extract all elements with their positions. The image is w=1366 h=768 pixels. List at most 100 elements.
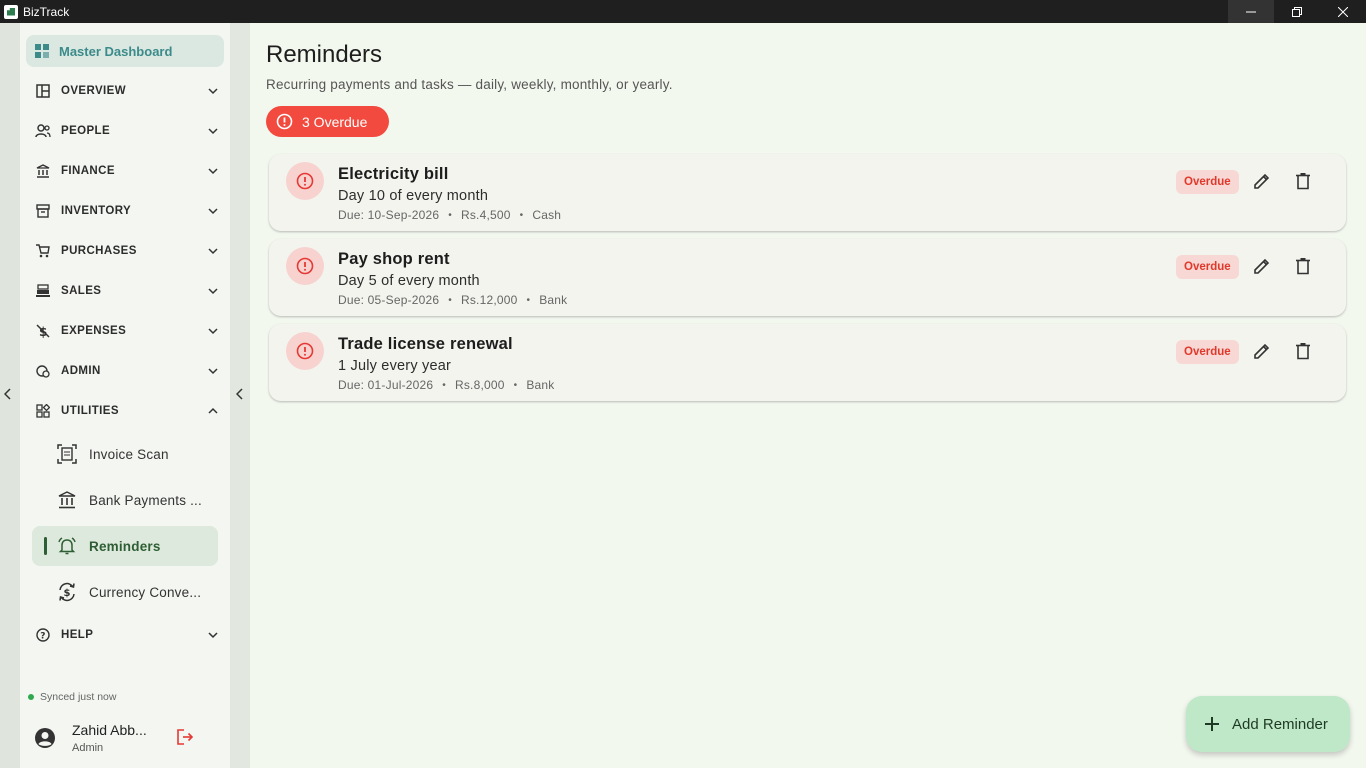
sidebar-collapse-button[interactable] — [235, 388, 244, 403]
sidebar-item-bank-payments[interactable]: Bank Payments ... — [32, 480, 218, 520]
bank-icon — [35, 163, 51, 179]
account-circle-icon — [35, 728, 55, 748]
left-rail — [0, 23, 20, 768]
minimize-button[interactable] — [1228, 0, 1274, 23]
overdue-status-icon — [286, 247, 324, 285]
sidebar-item-currency-converter[interactable]: $ Currency Conve... — [32, 572, 218, 612]
edit-icon — [1254, 173, 1270, 189]
sync-status: Synced just now — [28, 691, 116, 703]
chevron-down-icon — [208, 632, 218, 639]
widgets-icon — [35, 403, 51, 419]
chevron-down-icon — [208, 328, 218, 335]
main-content: Reminders Recurring payments and tasks —… — [250, 23, 1366, 768]
minimize-icon — [1246, 11, 1256, 12]
reminder-card[interactable]: Pay shop rent Day 5 of every month Due: … — [269, 239, 1346, 316]
edit-button[interactable] — [1253, 257, 1271, 280]
reminder-amount: Rs.8,000 — [454, 378, 505, 392]
overdue-status-icon — [286, 162, 324, 200]
people-icon — [35, 123, 51, 139]
sidebar-item-label: Bank Payments ... — [89, 492, 202, 508]
nav-purchases[interactable]: PURCHASES — [26, 235, 224, 267]
page-subtitle: Recurring payments and tasks — daily, we… — [266, 77, 673, 92]
error-icon — [296, 342, 314, 360]
chevron-down-icon — [208, 208, 218, 215]
edit-button[interactable] — [1253, 172, 1271, 195]
reminder-title: Electricity bill — [338, 165, 449, 183]
page-title: Reminders — [266, 41, 383, 68]
nav-admin[interactable]: ADMIN — [26, 355, 224, 387]
reminder-method: Bank — [526, 378, 555, 392]
nav-inventory[interactable]: INVENTORY — [26, 195, 224, 227]
status-badge: Overdue — [1176, 340, 1239, 364]
delete-icon — [1296, 343, 1310, 360]
restore-icon — [1292, 6, 1302, 17]
nav-utilities[interactable]: UTILITIES — [26, 395, 224, 427]
separator-dot: • — [448, 294, 452, 306]
register-icon — [35, 283, 51, 299]
delete-icon — [1296, 173, 1310, 190]
overdue-filter-chip[interactable]: 3 Overdue — [266, 106, 389, 137]
nav-people[interactable]: PEOPLE — [26, 115, 224, 147]
nav-inventory-label: INVENTORY — [61, 205, 132, 217]
sidebar: Master Dashboard OVERVIEW PEOPLE FINANCE… — [20, 23, 230, 768]
delete-button[interactable] — [1295, 172, 1311, 195]
logout-icon — [177, 729, 194, 745]
sidebar-item-label: Currency Conve... — [89, 584, 202, 600]
reminder-schedule: Day 5 of every month — [338, 273, 480, 289]
rail-collapse-button[interactable] — [3, 388, 12, 403]
cart-icon — [35, 243, 51, 259]
close-icon — [1338, 6, 1348, 17]
reminder-amount: Rs.4,500 — [460, 208, 511, 222]
master-dashboard-link[interactable]: Master Dashboard — [26, 35, 224, 67]
nav-finance-label: FINANCE — [61, 165, 115, 177]
add-reminder-button[interactable]: Add Reminder — [1186, 696, 1350, 752]
nav-finance[interactable]: FINANCE — [26, 155, 224, 187]
nav-sales[interactable]: SALES — [26, 275, 224, 307]
window-controls — [1228, 0, 1366, 23]
maximize-button[interactable] — [1274, 0, 1320, 23]
sidebar-item-reminders[interactable]: Reminders — [32, 526, 218, 566]
chevron-down-icon — [208, 368, 218, 375]
close-button[interactable] — [1320, 0, 1366, 23]
nav-expenses[interactable]: $ EXPENSES — [26, 315, 224, 347]
nav-overview[interactable]: OVERVIEW — [26, 75, 224, 107]
sidebar-item-invoice-scan[interactable]: Invoice Scan — [32, 434, 218, 474]
sync-dot-icon — [28, 694, 34, 700]
nav-sales-label: SALES — [61, 285, 102, 297]
nav-people-label: PEOPLE — [61, 125, 111, 137]
nav-expenses-label: EXPENSES — [61, 325, 127, 337]
chevron-left-icon — [3, 388, 11, 400]
money-off-icon: $ — [35, 323, 51, 339]
nav-admin-label: ADMIN — [61, 365, 101, 377]
separator-dot: • — [513, 379, 518, 391]
nav-purchases-label: PURCHASES — [61, 245, 137, 257]
dashboard-icon — [35, 44, 49, 58]
delete-button[interactable] — [1295, 257, 1311, 280]
edit-button[interactable] — [1253, 342, 1271, 365]
sidebar-gutter — [230, 23, 250, 768]
reminder-card[interactable]: Trade license renewal 1 July every year … — [269, 324, 1346, 401]
overdue-count: 3 Overdue — [302, 113, 368, 130]
chevron-down-icon — [208, 88, 218, 95]
delete-button[interactable] — [1295, 342, 1311, 365]
help-icon: ? — [35, 627, 51, 643]
alarm-icon — [56, 535, 78, 557]
overdue-status-icon — [286, 332, 324, 370]
logout-button[interactable] — [176, 728, 194, 751]
reminder-card[interactable]: Electricity bill Day 10 of every month D… — [269, 154, 1346, 231]
user-profile: Zahid Abb... Admin — [34, 716, 224, 760]
reminder-meta: Due: 05-Sep-2026 • Rs.12,000 • Bank — [338, 293, 567, 307]
reminder-due-date: Due: 05-Sep-2026 — [338, 293, 440, 307]
reminder-due-date: Due: 10-Sep-2026 — [338, 208, 440, 222]
nav-utilities-label: UTILITIES — [61, 405, 119, 417]
chevron-left-icon — [235, 388, 243, 400]
bank-icon — [56, 489, 78, 511]
reminder-meta: Due: 01-Jul-2026 • Rs.8,000 • Bank — [338, 378, 554, 392]
window-title: BizTrack — [23, 4, 70, 19]
user-role: Admin — [72, 742, 104, 754]
reminder-method: Bank — [539, 293, 568, 307]
nav-help[interactable]: ? HELP — [26, 619, 224, 651]
separator-dot: • — [448, 209, 452, 221]
chevron-down-icon — [208, 128, 218, 135]
sidebar-item-label: Reminders — [89, 538, 161, 554]
